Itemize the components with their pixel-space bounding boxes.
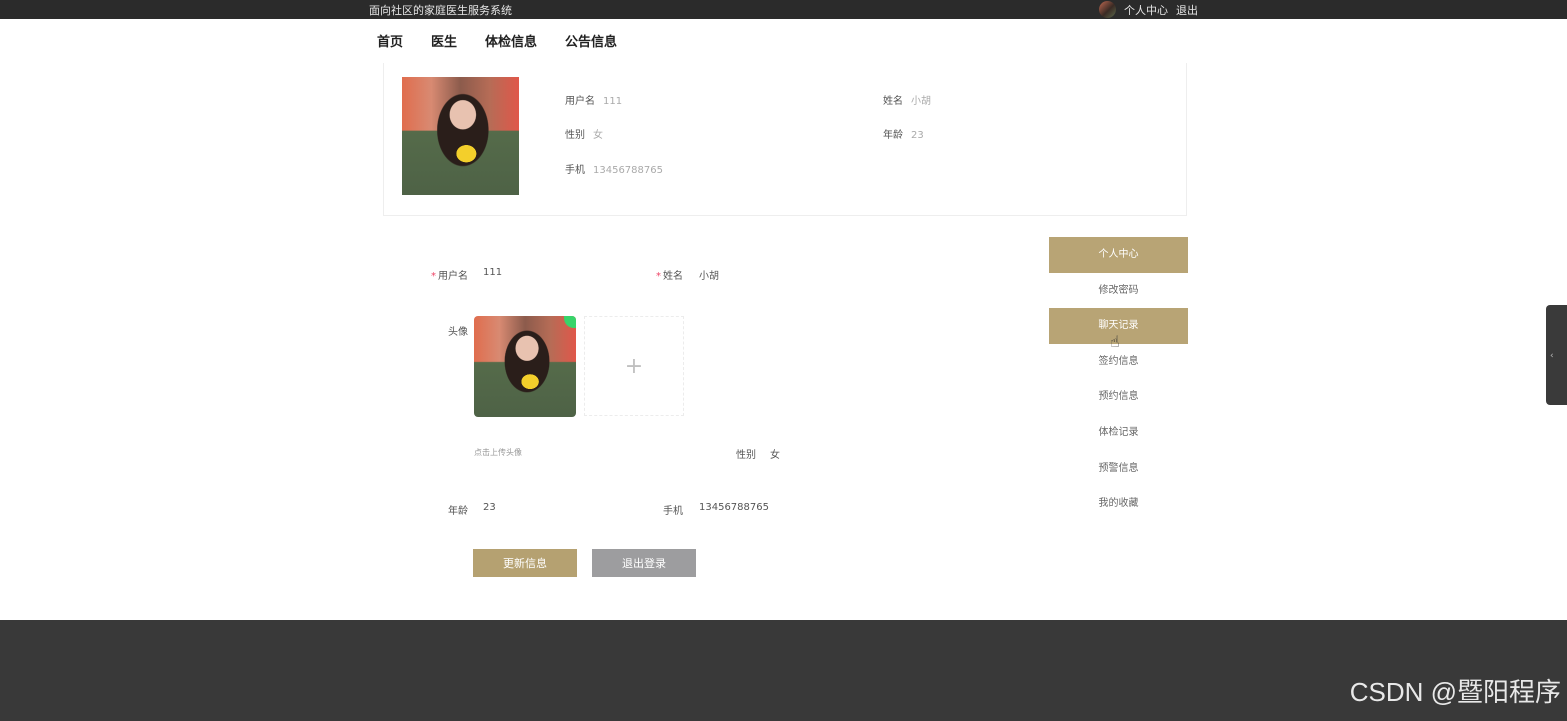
profile-username-label: 用户名 <box>565 96 595 107</box>
profile-username: 用户名 111 <box>565 92 622 107</box>
logout-button[interactable]: 退出登录 <box>592 549 696 577</box>
username-label: * 用户名 <box>420 267 468 282</box>
side-menu: 个人中心 修改密码 聊天记录 签约信息 预约信息 体检记录 预警信息 我的收藏 <box>1049 237 1188 522</box>
side-menu-item-warning-info[interactable]: 预警信息 <box>1049 451 1188 487</box>
plus-icon: + <box>624 353 644 379</box>
upload-success-mark <box>564 316 576 328</box>
side-menu-item-change-password[interactable]: 修改密码 <box>1049 273 1188 309</box>
username-label-text: 用户名 <box>438 271 468 282</box>
profile-age-label: 年龄 <box>883 130 903 141</box>
site-title: 面向社区的家庭医生服务系统 <box>369 4 512 17</box>
personal-center-link[interactable]: 个人中心 <box>1124 2 1168 18</box>
name-label-text: 姓名 <box>663 271 683 282</box>
watermark: CSDN @暨阳程序 <box>1349 677 1561 707</box>
age-label: 年龄 <box>448 506 468 517</box>
footer: CSDN @暨阳程序 <box>0 620 1567 721</box>
update-info-button[interactable]: 更新信息 <box>473 549 577 577</box>
profile-age-value: 23 <box>911 130 924 141</box>
profile-avatar <box>402 77 519 195</box>
profile-phone-label: 手机 <box>565 165 585 176</box>
gender-label: 性别 <box>736 450 756 461</box>
avatar-upload-button[interactable]: + <box>584 316 684 416</box>
upload-hint: 点击上传头像 <box>474 448 522 457</box>
profile-name: 姓名 小胡 <box>883 92 931 107</box>
side-menu-item-checkup-records[interactable]: 体检记录 <box>1049 415 1188 451</box>
profile-gender-label: 性别 <box>565 130 585 141</box>
top-bar: 面向社区的家庭医生服务系统 个人中心 退出 <box>0 0 1567 19</box>
uploaded-avatar-thumbnail[interactable] <box>474 316 576 417</box>
required-mark: * <box>431 271 436 282</box>
profile-username-value: 111 <box>603 96 623 107</box>
profile-card: 用户名 111 姓名 小胡 性别女 年龄 23 手机 13456788765 <box>383 63 1187 216</box>
gender-field[interactable]: 女 <box>770 446 780 461</box>
phone-field[interactable]: 13456788765 <box>699 502 769 513</box>
name-label: * 姓名 <box>645 267 683 282</box>
main-nav: 首页 医生 体检信息 公告信息 <box>377 31 617 50</box>
required-mark: * <box>656 271 661 282</box>
profile-gender-value: 女 <box>593 130 603 141</box>
profile-phone: 手机 13456788765 <box>565 161 663 176</box>
nav-item-doctor[interactable]: 医生 <box>431 31 457 50</box>
phone-label: 手机 <box>663 506 683 517</box>
profile-name-value: 小胡 <box>911 96 931 107</box>
side-menu-item-my-favorites[interactable]: 我的收藏 <box>1049 486 1188 522</box>
nav-item-home[interactable]: 首页 <box>377 31 403 50</box>
profile-gender: 性别女 <box>565 126 603 141</box>
hand-cursor-icon: ☝ <box>1110 332 1120 351</box>
nav-item-checkup[interactable]: 体检信息 <box>485 31 537 50</box>
user-avatar[interactable] <box>1099 1 1116 18</box>
profile-name-label: 姓名 <box>883 96 903 107</box>
avatar-label: 头像 <box>448 327 468 338</box>
name-field[interactable]: 小胡 <box>699 267 719 282</box>
age-field[interactable]: 23 <box>483 502 496 513</box>
username-field[interactable]: 111 <box>483 267 502 278</box>
side-drawer-tab[interactable]: ‹ <box>1546 305 1567 405</box>
side-menu-item-personal-center[interactable]: 个人中心 <box>1049 237 1188 273</box>
side-menu-item-appointment-info[interactable]: 预约信息 <box>1049 379 1188 415</box>
chevron-left-icon: ‹ <box>1550 351 1554 361</box>
profile-phone-value: 13456788765 <box>593 165 663 176</box>
user-area: 个人中心 退出 <box>1099 1 1198 18</box>
logout-link[interactable]: 退出 <box>1176 2 1198 18</box>
nav-item-announcement[interactable]: 公告信息 <box>565 31 617 50</box>
profile-age: 年龄 23 <box>883 126 924 141</box>
